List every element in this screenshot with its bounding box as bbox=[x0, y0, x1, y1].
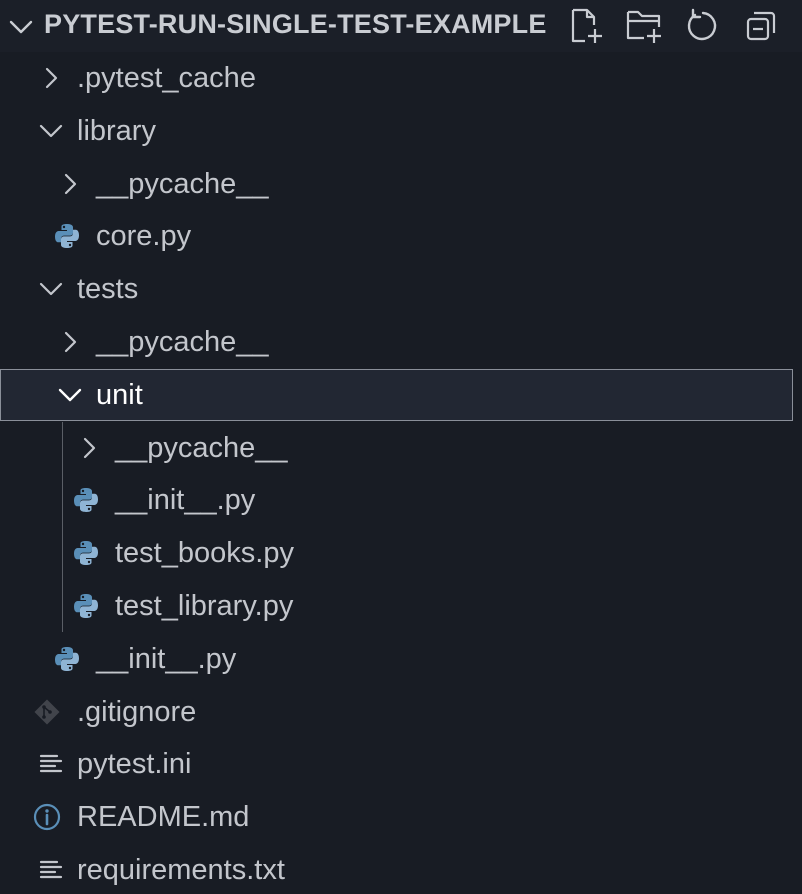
tree-item-label: tests bbox=[77, 273, 139, 305]
tree-item-core-py[interactable]: core.py bbox=[0, 210, 802, 262]
tree-item-label: __init__.py bbox=[96, 643, 237, 675]
info-icon bbox=[33, 803, 61, 831]
text-file-icon bbox=[39, 860, 63, 879]
chevron-down-icon bbox=[58, 388, 82, 402]
tree-item-label: pytest.ini bbox=[77, 748, 192, 780]
collapse-all-icon bbox=[746, 11, 776, 41]
tree-item-label: .pytest_cache bbox=[77, 62, 256, 94]
new-file-icon bbox=[571, 8, 602, 43]
explorer-actions bbox=[566, 6, 782, 46]
new-folder-icon bbox=[626, 10, 661, 43]
tree-item-label: test_books.py bbox=[115, 537, 294, 569]
git-icon bbox=[34, 699, 60, 725]
tree-item-label: .gitignore bbox=[77, 696, 197, 728]
python-file-icon bbox=[74, 594, 98, 618]
tree-item-init-py[interactable]: __init__.py bbox=[0, 474, 802, 526]
chevron-right-icon bbox=[83, 437, 96, 459]
tree-item-pytest-cache[interactable]: .pytest_cache bbox=[0, 52, 802, 104]
tree-item-label: unit bbox=[96, 379, 143, 411]
chevron-right-icon bbox=[64, 331, 77, 353]
tree-item-label: __pycache__ bbox=[115, 432, 288, 464]
refresh-button[interactable] bbox=[682, 6, 724, 46]
explorer-title: PYTEST-RUN-SINGLE-TEST-EXAMPLE bbox=[44, 9, 547, 39]
tree-item-pycache[interactable]: __pycache__ bbox=[0, 316, 802, 368]
python-file-icon bbox=[74, 488, 98, 512]
tree-item-test-library-py[interactable]: test_library.py bbox=[0, 580, 802, 632]
file-explorer: PYTEST-RUN-SINGLE-TEST-EXAMPLE .pytest_c… bbox=[0, 0, 802, 894]
tree-item-label: library bbox=[77, 115, 156, 147]
tree-item-pycache[interactable]: __pycache__ bbox=[0, 158, 802, 210]
tree-item-label: README.md bbox=[77, 801, 250, 833]
tree-item-requirements-txt[interactable]: requirements.txt bbox=[0, 844, 802, 894]
tree-item-init-py[interactable]: __init__.py bbox=[0, 633, 802, 685]
tree-item-label: __init__.py bbox=[115, 484, 256, 516]
tree-item-tests[interactable]: tests bbox=[0, 263, 802, 315]
python-file-icon bbox=[74, 541, 98, 565]
chevron-right-icon bbox=[64, 173, 77, 195]
python-file-icon bbox=[55, 224, 79, 248]
chevron-right-icon bbox=[45, 67, 58, 89]
tree-item-label: core.py bbox=[96, 220, 192, 252]
tree-item-pytest-ini[interactable]: pytest.ini bbox=[0, 738, 802, 790]
tree-item-test-books-py[interactable]: test_books.py bbox=[0, 527, 802, 579]
python-file-icon bbox=[55, 647, 79, 671]
collapse-all-button[interactable] bbox=[740, 6, 782, 46]
new-file-button[interactable] bbox=[566, 6, 608, 46]
chevron-down-icon[interactable] bbox=[6, 12, 36, 42]
tree-item-label: test_library.py bbox=[115, 590, 294, 622]
new-folder-button[interactable] bbox=[624, 6, 666, 46]
tree-item-label: __pycache__ bbox=[96, 326, 269, 358]
explorer-header[interactable]: PYTEST-RUN-SINGLE-TEST-EXAMPLE bbox=[0, 0, 802, 52]
chevron-down-icon bbox=[39, 282, 63, 296]
refresh-icon bbox=[687, 8, 717, 41]
tree-item-readme-md[interactable]: README.md bbox=[0, 791, 802, 843]
text-file-icon bbox=[39, 754, 63, 773]
tree-item-pycache[interactable]: __pycache__ bbox=[0, 422, 802, 474]
tree-item-unit[interactable]: unit bbox=[0, 369, 793, 421]
chevron-down-icon bbox=[39, 124, 63, 138]
tree-item-library[interactable]: library bbox=[0, 105, 802, 157]
tree-item-gitignore[interactable]: .gitignore bbox=[0, 686, 802, 738]
tree-item-label: requirements.txt bbox=[77, 854, 285, 886]
tree-item-label: __pycache__ bbox=[96, 168, 269, 200]
